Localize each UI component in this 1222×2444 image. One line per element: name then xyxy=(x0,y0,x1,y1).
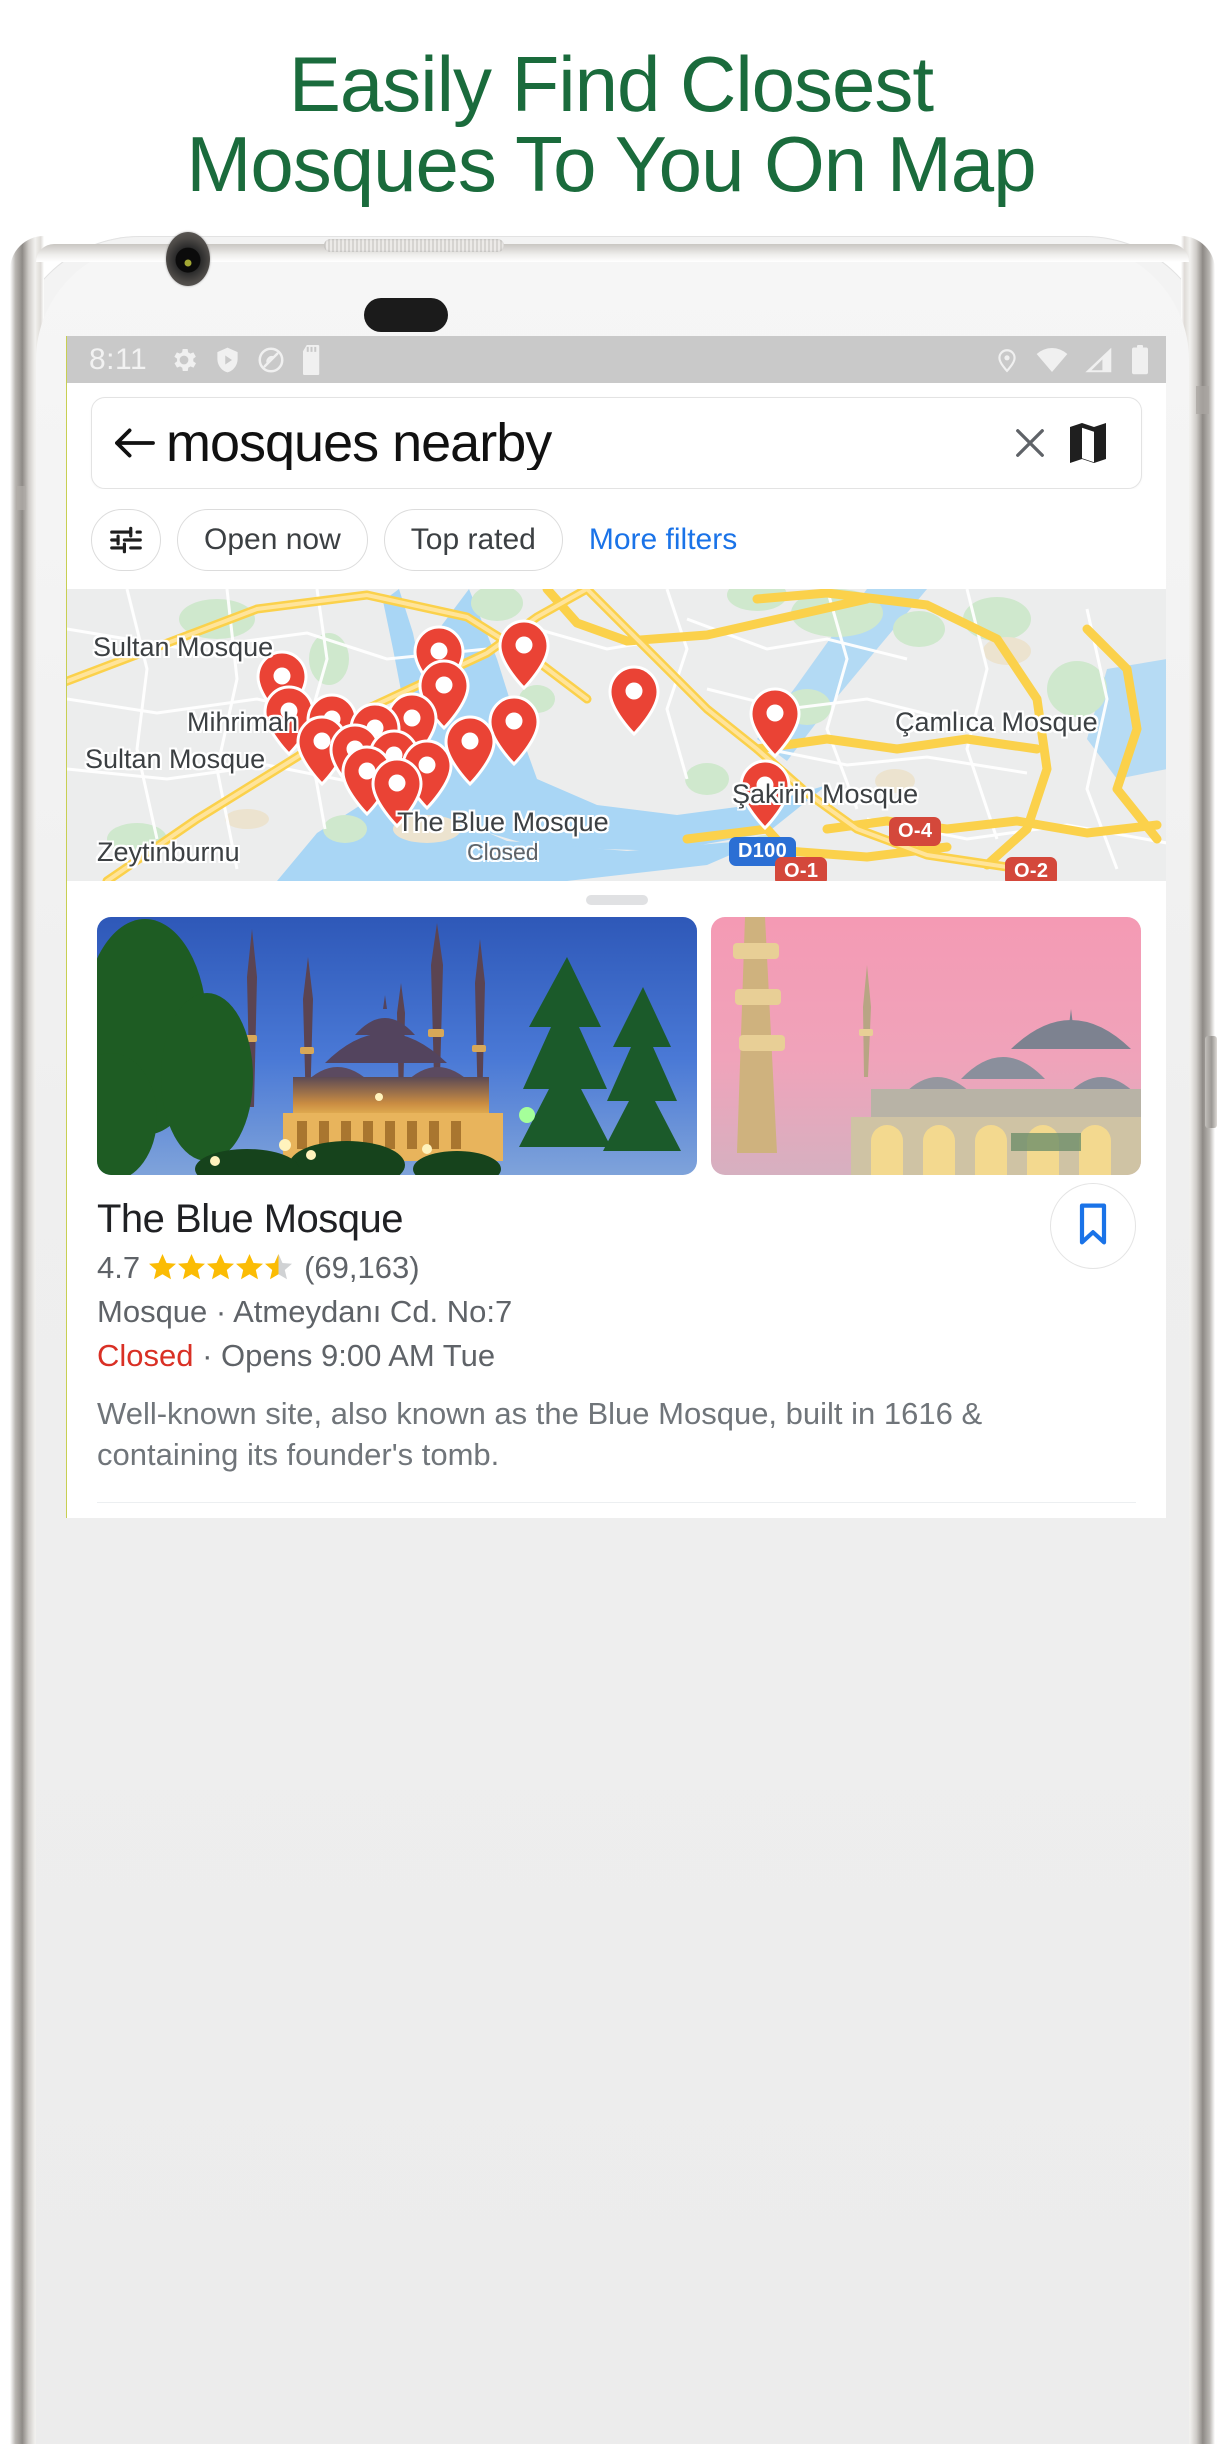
map-label: Sultan Mosque xyxy=(85,744,266,774)
filter-chip-row: Open now Top rated More filters xyxy=(67,489,1166,589)
status-bar: 8:11 xyxy=(67,336,1166,383)
filter-chip-open-now[interactable]: Open now xyxy=(177,509,368,571)
map-label: Çamlıca Mosque xyxy=(895,707,1098,737)
status-bar-time: 8:11 xyxy=(89,342,148,376)
filter-chip-top-rated[interactable]: Top rated xyxy=(383,509,563,571)
star-rating xyxy=(148,1253,296,1283)
map-label: Zeytinburnu xyxy=(97,837,240,867)
road-shield-o4: O-4 xyxy=(889,817,942,846)
place-opens: · Opens 9:00 AM Tue xyxy=(193,1338,496,1373)
photo-carousel-next[interactable] xyxy=(67,1503,1166,1518)
place-category-address: Mosque · Atmeydanı Cd. No:7 xyxy=(97,1294,513,1329)
map-label: Mihrimah xyxy=(187,707,299,737)
front-camera-icon xyxy=(166,232,210,286)
earpiece-speaker xyxy=(324,239,504,252)
status-badge: Closed xyxy=(97,1338,194,1373)
wifi-icon xyxy=(1036,347,1068,372)
play-shield-icon xyxy=(217,347,238,372)
blue-mosque-pink-sky-photo[interactable] xyxy=(711,917,1141,1175)
headline-line-1: Easily Find Closest xyxy=(288,40,934,129)
phone-seam-left xyxy=(16,486,25,510)
phone-seam-right xyxy=(1196,386,1209,414)
review-count: (69,163) xyxy=(304,1250,420,1285)
close-icon[interactable] xyxy=(1003,422,1057,464)
battery-icon xyxy=(1132,344,1148,374)
map-label: Sultan Mosque xyxy=(93,632,274,662)
place-hours: Closed · Opens 9:00 AM Tue xyxy=(97,1338,1136,1374)
tune-icon[interactable] xyxy=(91,509,161,571)
photo-carousel[interactable] xyxy=(67,905,1166,1175)
search-area: mosques nearby xyxy=(67,383,1166,489)
place-description: Well-known site, also known as the Blue … xyxy=(97,1396,983,1472)
search-bar[interactable]: mosques nearby xyxy=(91,397,1142,489)
more-filters-link[interactable]: More filters xyxy=(579,523,741,557)
phone-screen: 8:11 mosques nearby Open now Top rated M… xyxy=(66,336,1166,1518)
headline-line-2: Mosques To You On Map xyxy=(186,120,1036,208)
signal-icon xyxy=(1085,347,1112,372)
status-bar-right-icons xyxy=(994,344,1150,375)
phone-mockup: 8:11 mosques nearby Open now Top rated M… xyxy=(10,232,1217,2444)
blue-mosque-twilight-photo[interactable] xyxy=(97,917,697,1175)
promo-headline: Easily Find Closest Mosques To You On Ma… xyxy=(0,0,1222,250)
sensor-pill xyxy=(364,298,448,332)
place-rating: 4.7 (69,163) xyxy=(97,1250,1136,1286)
phone-face: 8:11 mosques nearby Open now Top rated M… xyxy=(36,232,1189,2444)
map-label: The Blue Mosque xyxy=(397,807,609,837)
place-title: The Blue Mosque xyxy=(97,1197,404,1241)
search-input[interactable]: mosques nearby xyxy=(166,416,1003,470)
map-view[interactable]: Sultan Mosque Mihrimah Sultan Mosque Zey… xyxy=(67,589,1166,881)
location-pin-icon xyxy=(998,348,1016,372)
bookmark-icon xyxy=(1074,1202,1112,1251)
status-bar-left-icons xyxy=(169,344,325,375)
section-divider xyxy=(97,1501,1136,1503)
map-sublabel: Closed xyxy=(467,839,539,865)
results-bottom-sheet: The Blue Mosque 4.7 (69,163) Mosque · At… xyxy=(67,895,1166,1518)
gear-icon xyxy=(174,348,197,371)
road-shield-o2: O-2 xyxy=(1005,857,1058,881)
rating-value: 4.7 xyxy=(97,1250,141,1285)
road-shield-o1: O-1 xyxy=(775,857,828,881)
phone-power-button[interactable] xyxy=(1205,1036,1217,1128)
map-icon[interactable] xyxy=(1057,419,1119,467)
map-label: Şakirin Mosque xyxy=(732,779,919,809)
drag-handle[interactable] xyxy=(585,895,648,905)
back-arrow-icon[interactable] xyxy=(112,425,158,461)
circle-slash-icon xyxy=(258,347,284,372)
sd-card-icon xyxy=(303,344,320,375)
bookmark-button[interactable] xyxy=(1050,1183,1136,1269)
place-info: The Blue Mosque 4.7 (69,163) Mosque · At… xyxy=(67,1175,1166,1503)
